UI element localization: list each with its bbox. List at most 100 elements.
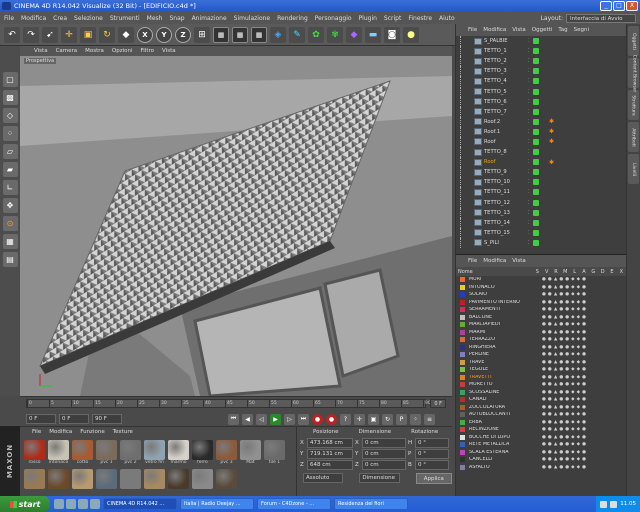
layer-toggle-icons[interactable]: ●●▲●●◆◆● <box>542 457 588 462</box>
maximize-button[interactable]: □ <box>613 1 625 11</box>
material-swatch[interactable]: ferro <box>192 440 213 466</box>
object-row[interactable]: TETTO_14 ⁚ <box>456 217 626 228</box>
layer-color-swatch[interactable] <box>460 299 465 305</box>
layer-row[interactable]: RETE METALLICA ●●▲●●◆◆● <box>456 441 626 449</box>
layer-color-swatch[interactable] <box>460 464 465 470</box>
position-z-field[interactable]: 648 cm <box>307 460 353 470</box>
enabled-check-icon[interactable] <box>533 209 539 216</box>
model-mode-icon[interactable]: ▢ <box>2 72 18 87</box>
object-menu-modifica[interactable]: Modifica <box>483 27 506 33</box>
start-frame-field[interactable]: 0 F <box>26 414 56 424</box>
layer-color-swatch[interactable] <box>460 374 465 380</box>
layer-row[interactable]: ERBA ●●▲●●◆◆● <box>456 419 626 427</box>
undo-icon[interactable]: ↶ <box>4 26 20 43</box>
layer-row[interactable]: TEGOLE ●●▲●●◆◆● <box>456 366 626 374</box>
layer-toggle-icons[interactable]: ●●▲●●◆◆● <box>542 315 588 320</box>
position-y-field[interactable]: 719.131 cm <box>307 449 353 459</box>
layer-color-swatch[interactable] <box>460 307 465 313</box>
enabled-check-icon[interactable] <box>533 189 539 196</box>
material-swatch[interactable] <box>144 469 165 495</box>
viewport-menu-camera[interactable]: Camera <box>56 48 78 54</box>
material-swatch[interactable]: marmo <box>168 440 189 466</box>
live-selection-icon[interactable]: ➹ <box>42 26 58 43</box>
layer-color-swatch[interactable] <box>460 419 465 425</box>
cube-primitive-icon[interactable]: ◈ <box>270 26 286 43</box>
size-mode-dropdown[interactable]: Dimensione <box>359 473 400 483</box>
object-menu-segni[interactable]: Segni <box>574 27 589 33</box>
object-row[interactable]: TETTO_13 ⁚ <box>456 207 626 218</box>
rotation-b-field[interactable]: 0 ° <box>415 460 449 470</box>
menu-item-aiuto[interactable]: Aiuto <box>439 15 455 22</box>
texture-tag-icon[interactable]: ✱ <box>549 128 554 135</box>
layer-color-swatch[interactable] <box>460 322 465 328</box>
visibility-dots-icon[interactable]: ⁚ <box>528 189 530 195</box>
material-menu-file[interactable]: File <box>32 429 41 435</box>
menu-item-script[interactable]: Script <box>384 15 401 22</box>
rotation-h-field[interactable]: 0 ° <box>415 438 449 448</box>
floor-icon[interactable]: ▬ <box>365 26 381 43</box>
object-row[interactable]: TETTO_10 ⁚ <box>456 177 626 188</box>
workplane-icon[interactable]: ◇ <box>2 108 18 123</box>
tweak-mode-icon[interactable]: ✥ <box>2 198 18 213</box>
material-swatch[interactable]: cotto <box>72 440 93 466</box>
material-swatch[interactable] <box>216 469 237 495</box>
layer-color-swatch[interactable] <box>460 389 465 395</box>
taskbar-button[interactable]: Residenza dei fiori <box>334 498 408 510</box>
layer-row[interactable]: SOLAIO ●●▲●●◆◆● <box>456 291 626 299</box>
record-icon[interactable]: ● <box>312 413 323 425</box>
enabled-check-icon[interactable] <box>533 38 539 45</box>
menu-item-mesh[interactable]: Mesh <box>147 15 163 22</box>
object-row[interactable]: Roof.1 ⁚ ✱ <box>456 126 626 137</box>
render-picture-viewer-icon[interactable]: ▦ <box>232 26 248 43</box>
perspective-viewport[interactable]: Vista Camera Mostra Opzioni Filtro Vista Pros… <box>20 46 452 396</box>
viewport-menu-vista[interactable]: Vista <box>34 48 48 54</box>
axis-mode-icon[interactable]: ∟ <box>2 180 18 195</box>
start-button[interactable]: start <box>0 496 50 512</box>
layer-color-swatch[interactable] <box>460 284 465 290</box>
enabled-check-icon[interactable] <box>533 138 539 145</box>
material-swatch[interactable]: pvc 3 <box>216 440 237 466</box>
layer-toggle-icons[interactable]: ●●▲●●◆◆● <box>542 435 588 440</box>
enabled-check-icon[interactable] <box>533 179 539 186</box>
layer-color-swatch[interactable] <box>460 412 465 418</box>
close-button[interactable]: X <box>626 1 638 11</box>
layer-toggle-icons[interactable]: ●●▲●●◆◆● <box>542 405 588 410</box>
enabled-check-icon[interactable] <box>533 48 539 55</box>
coordinate-mode-dropdown[interactable]: Assoluto <box>303 473 344 483</box>
play-icon[interactable]: ▶ <box>270 413 281 425</box>
move-icon[interactable]: ✛ <box>61 26 77 43</box>
enabled-check-icon[interactable] <box>533 149 539 156</box>
visibility-dots-icon[interactable]: ⁚ <box>528 99 530 105</box>
layer-row[interactable]: BALCONE ●●▲●●◆◆● <box>456 314 626 322</box>
go-to-start-icon[interactable]: ⏮ <box>228 413 239 425</box>
size-y-field[interactable]: 0 cm <box>362 449 406 459</box>
layer-color-swatch[interactable] <box>460 292 465 298</box>
menu-item-strumenti[interactable]: Strumenti <box>110 15 140 22</box>
point-level-icon[interactable]: ⁘ <box>410 413 421 425</box>
layer-row[interactable]: ASFALTO ●●▲●●◆◆● <box>456 464 626 472</box>
material-swatch[interactable] <box>24 469 45 495</box>
layer-row[interactable]: BOCCHE DI LUPO ●●▲●●◆◆● <box>456 434 626 442</box>
layer-toggle-icons[interactable]: ●●▲●●◆◆● <box>542 307 588 312</box>
object-row[interactable]: TETTO_3 ⁚ <box>456 66 626 77</box>
layer-toggle-icons[interactable]: ●●▲●●◆◆● <box>542 300 588 305</box>
explorer-icon[interactable] <box>78 499 88 509</box>
layer-row[interactable]: AUTOBLOCCANTI ●●▲●●◆◆● <box>456 411 626 419</box>
menu-item-snap[interactable]: Snap <box>169 15 184 22</box>
rotation-key-icon[interactable]: ↻ <box>382 413 393 425</box>
menu-item-rendering[interactable]: Rendering <box>277 15 308 22</box>
enabled-check-icon[interactable] <box>533 239 539 246</box>
layer-toggle-icons[interactable]: ●●▲●●◆◆● <box>542 412 588 417</box>
light-icon[interactable]: ● <box>403 26 419 43</box>
material-swatch[interactable] <box>48 469 69 495</box>
object-row[interactable]: TETTO_12 ⁚ <box>456 197 626 208</box>
render-settings-icon[interactable]: ▦ <box>251 26 267 43</box>
viewport-menu-mostra[interactable]: Mostra <box>85 48 104 54</box>
object-row[interactable]: TETTO_8 ⁚ <box>456 147 626 158</box>
position-x-field[interactable]: 473.168 cm <box>307 438 353 448</box>
material-swatch[interactable] <box>192 469 213 495</box>
enabled-check-icon[interactable] <box>533 118 539 125</box>
object-row[interactable]: S_PILI ⁚ <box>456 237 626 248</box>
visibility-dots-icon[interactable]: ⁚ <box>528 89 530 95</box>
media-icon[interactable] <box>66 499 76 509</box>
